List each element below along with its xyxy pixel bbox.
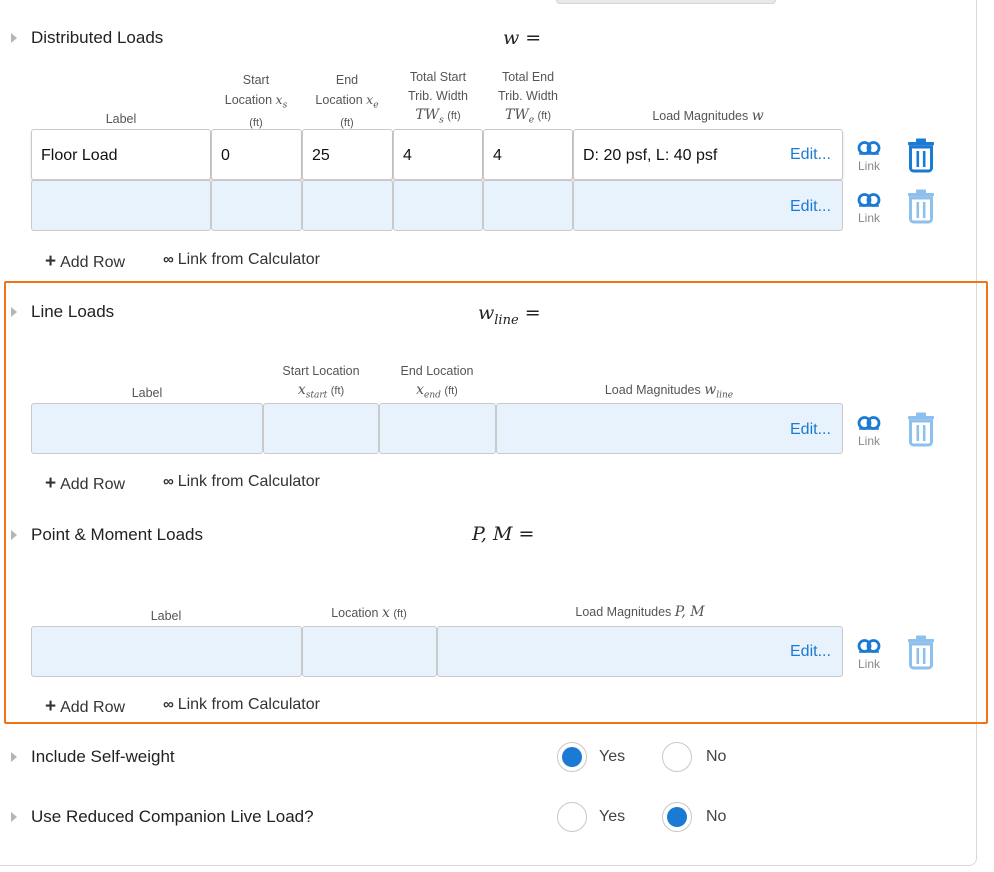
self-weight-no-radio[interactable]: [662, 742, 692, 772]
col-header-end-location: End Location xe (ft): [315, 73, 379, 129]
dist-row2-tws-input[interactable]: [393, 180, 483, 231]
dist-row2-link-label: Link: [857, 211, 880, 225]
reduced-live-load-label: Use Reduced Companion Live Load?: [31, 807, 314, 826]
self-weight-no-label: No: [706, 748, 727, 765]
line-row1-label-input[interactable]: [31, 403, 263, 454]
dist-row2-edit-button[interactable]: Edit...: [790, 198, 831, 216]
col-header-total-end-trib-width: Total End Trib. Width TWe (ft): [498, 70, 558, 126]
reduced-live-no-radio[interactable]: [662, 802, 692, 832]
self-weight-label: Include Self-weight: [31, 747, 175, 766]
line-row1-link-label: Link: [857, 434, 880, 448]
point-col-header-label: Label: [150, 609, 182, 623]
plus-icon: +: [45, 251, 57, 272]
line-col-header-label: Label: [131, 386, 163, 400]
distributed-symbol: w =: [503, 27, 542, 49]
point-symbol: P, M =: [472, 523, 535, 545]
point-moment-loads-title: Point & Moment Loads: [31, 525, 203, 544]
line-col-header-end-location: End Location xend (ft): [400, 364, 474, 401]
dist-row2-twe-input[interactable]: [483, 180, 573, 231]
col-header-total-start-trib-width: Total Start Trib. Width TWs (ft): [408, 70, 468, 126]
point-row1-label-input[interactable]: [31, 626, 302, 677]
dist-row2-link-button[interactable]: Link: [851, 192, 887, 232]
self-weight-yes-radio[interactable]: [557, 742, 587, 772]
line-row1-trash-icon[interactable]: [907, 411, 935, 447]
line-row1-end-input[interactable]: [379, 403, 496, 454]
point-row1-link-label: Link: [857, 657, 880, 671]
dist-row1-trash-icon[interactable]: [907, 137, 935, 173]
dist-row1-start-input[interactable]: 0: [211, 129, 302, 180]
link-icon: [857, 141, 881, 155]
link-icon: [857, 639, 881, 653]
dist-row1-label-input[interactable]: Floor Load: [31, 129, 211, 180]
chain-link-icon: ∞: [163, 473, 174, 490]
top-input-stub: [556, 0, 776, 4]
line-add-row-button[interactable]: + Add Row: [45, 473, 125, 495]
dist-add-row-button[interactable]: + Add Row: [45, 251, 125, 273]
chain-link-icon: ∞: [163, 696, 174, 713]
reduced-live-yes-label: Yes: [599, 808, 626, 825]
expand-caret-icon[interactable]: [11, 752, 17, 762]
line-link-from-calculator-button[interactable]: ∞ Link from Calculator: [163, 473, 320, 491]
point-add-row-button[interactable]: + Add Row: [45, 696, 125, 718]
point-row1-edit-button[interactable]: Edit...: [790, 643, 831, 661]
col-header-load-magnitudes: Load Magnitudes w: [652, 108, 764, 124]
line-row1-link-button[interactable]: Link: [851, 415, 887, 455]
dist-row2-end-input[interactable]: [302, 180, 393, 231]
line-col-header-load-magnitudes: Load Magnitudes wline: [604, 382, 734, 401]
dist-row1-edit-button[interactable]: Edit...: [790, 146, 831, 164]
dist-link-from-calculator-button[interactable]: ∞ Link from Calculator: [163, 251, 320, 269]
point-row1-trash-icon[interactable]: [907, 634, 935, 670]
self-weight-yes-label: Yes: [599, 748, 626, 765]
expand-caret-icon[interactable]: [11, 812, 17, 822]
link-icon: [857, 416, 881, 430]
line-symbol: wline =: [478, 302, 541, 328]
point-row1-magnitudes-field[interactable]: [437, 626, 843, 677]
expand-caret-icon[interactable]: [11, 530, 17, 540]
point-row1-location-input[interactable]: [302, 626, 437, 677]
dist-row2-start-input[interactable]: [211, 180, 302, 231]
expand-caret-icon[interactable]: [11, 33, 17, 43]
link-icon: [857, 193, 881, 207]
line-row1-edit-button[interactable]: Edit...: [790, 421, 831, 439]
chain-link-icon: ∞: [163, 251, 174, 268]
reduced-live-no-label: No: [706, 808, 727, 825]
dist-row1-end-input[interactable]: 25: [302, 129, 393, 180]
line-row1-start-input[interactable]: [263, 403, 379, 454]
line-col-header-start-location: Start Location xstart (ft): [282, 364, 360, 401]
col-header-start-location: Start Location xs (ft): [224, 73, 288, 129]
col-header-label: Label: [105, 112, 137, 126]
plus-icon: +: [45, 473, 57, 494]
point-col-header-location: Location x (ft): [331, 605, 407, 621]
line-loads-title: Line Loads: [31, 302, 115, 321]
dist-row1-link-button[interactable]: Link: [851, 140, 887, 180]
dist-row1-twe-input[interactable]: 4: [483, 129, 573, 180]
dist-row1-link-label: Link: [857, 159, 880, 173]
point-row1-link-button[interactable]: Link: [851, 638, 887, 678]
dist-row1-magnitudes-value: D: 20 psf, L: 40 psf: [583, 147, 718, 164]
plus-icon: +: [45, 696, 57, 717]
point-col-header-load-magnitudes: Load Magnitudes P, M: [575, 604, 705, 620]
distributed-loads-title: Distributed Loads: [31, 28, 164, 47]
dist-row2-label-input[interactable]: [31, 180, 211, 231]
reduced-live-yes-radio[interactable]: [557, 802, 587, 832]
dist-row2-trash-icon[interactable]: [907, 188, 935, 224]
expand-caret-icon[interactable]: [11, 307, 17, 317]
point-link-from-calculator-button[interactable]: ∞ Link from Calculator: [163, 696, 320, 714]
dist-row1-tws-input[interactable]: 4: [393, 129, 483, 180]
